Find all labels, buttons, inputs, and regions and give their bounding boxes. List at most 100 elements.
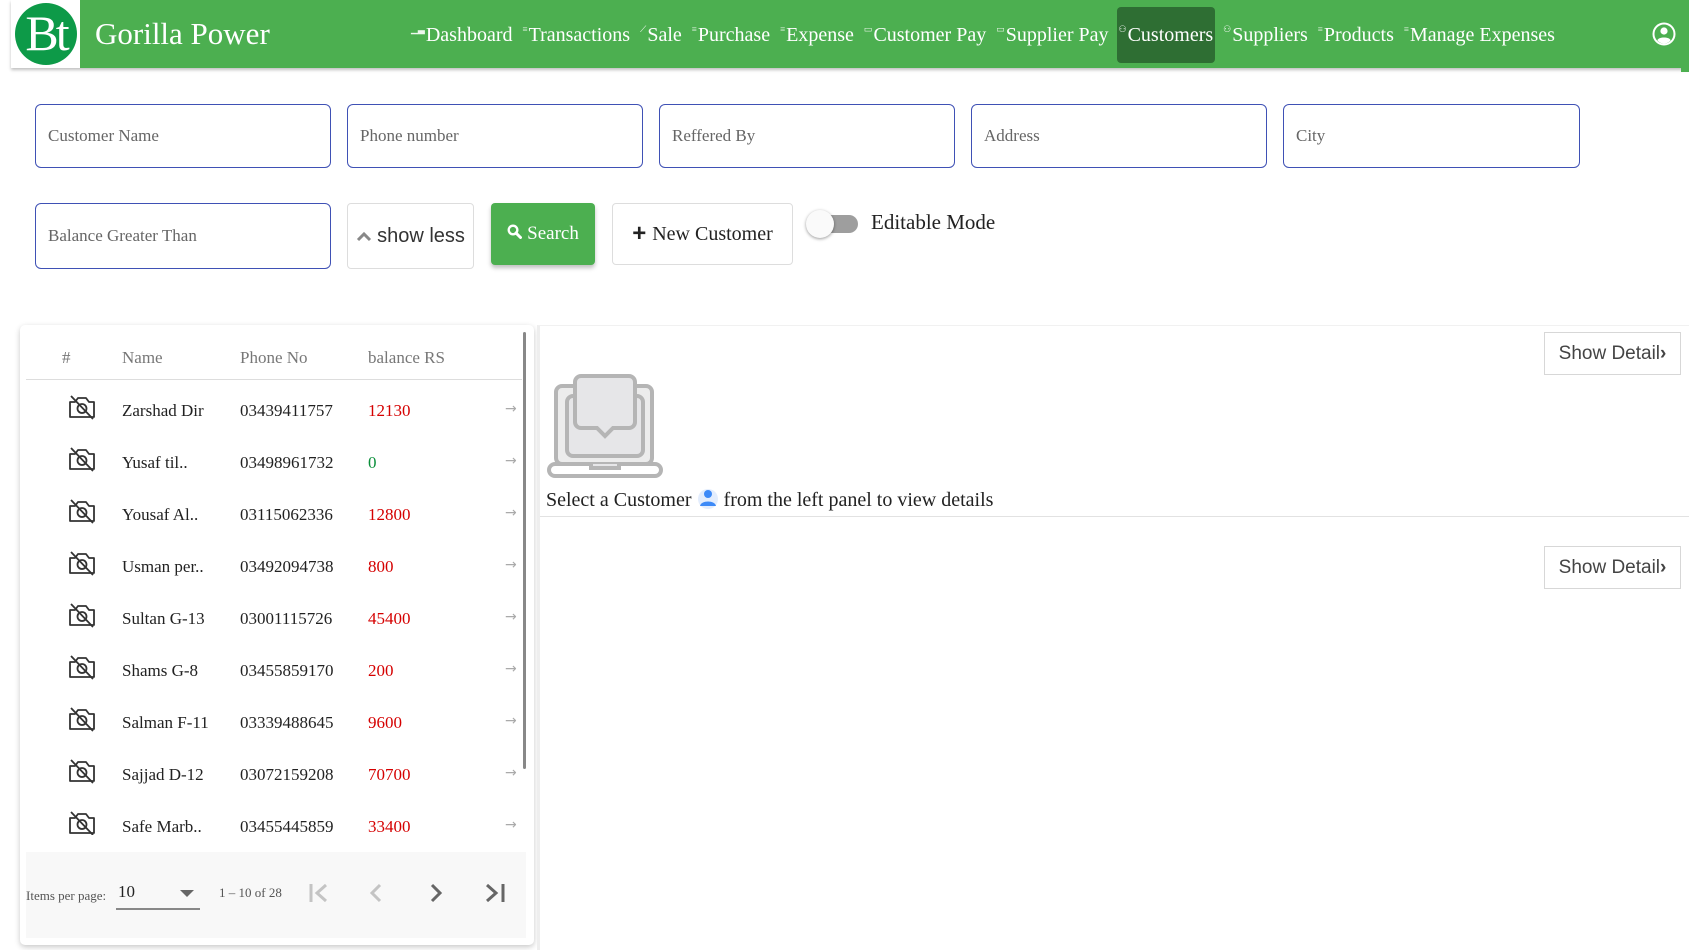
customer-row[interactable]: Usman per.. 03492094738 800 → [26, 544, 522, 596]
wallet-icon: ▭ [996, 23, 1005, 34]
new-customer-button[interactable]: + New Customer [612, 203, 793, 265]
customer-name: Safe Marb.. [122, 817, 202, 835]
arrow-right-icon[interactable]: → [505, 401, 517, 417]
customer-balance: 200 [368, 661, 394, 680]
customer-row[interactable]: Zarshad Dir 03439411757 12130 → [26, 388, 522, 440]
customer-name-field[interactable] [35, 104, 331, 168]
nav-item-label: Products [1323, 23, 1394, 46]
arrow-right-icon[interactable]: → [505, 557, 517, 573]
items-per-page-label: Items per page: [26, 888, 107, 903]
nav-item-label: Dashboard [425, 23, 513, 46]
customer-name: Shams G-8 [122, 661, 199, 680]
show-less-label: show less [377, 224, 465, 247]
column-header-phone[interactable]: Phone No [240, 348, 308, 368]
paginator: Items per page: 10 1 – 10 of 28 [26, 852, 526, 938]
customer-row[interactable]: Yousaf Al.. 03115062336 12800 → [26, 492, 522, 544]
nav-item-products[interactable]: ≡ Products [1316, 7, 1396, 63]
customer-row[interactable]: Sultan G-13 03001115726 45400 → [26, 596, 522, 648]
customer-row[interactable]: Salman F-11 03339488645 9600 → [26, 700, 522, 752]
plus-icon: + [632, 220, 647, 247]
customer-row[interactable]: Sajjad D-12 03072159208 70700 → [26, 752, 522, 804]
balance-greater-than-input[interactable] [36, 204, 330, 268]
customer-balance: 70700 [368, 765, 411, 784]
nav-item-label: Expense [786, 23, 854, 46]
search-label: Search [527, 223, 579, 244]
people-icon: ⚇ [1118, 23, 1127, 34]
nav-item-supplier-pay[interactable]: ▭ Supplier Pay [994, 7, 1110, 63]
customer-phone: 03455445859 [240, 817, 334, 835]
account-circle-icon[interactable] [1652, 22, 1676, 46]
main-nav: ▁▃ Dashboard ≡ Transactions ⟋ Sale ≡ Purchase ≡ E… [409, 7, 1563, 63]
list-icon: ≡ [691, 24, 697, 34]
nav-item-suppliers[interactable]: ⚇ Suppliers [1221, 7, 1310, 63]
first-page-button[interactable] [302, 876, 336, 910]
items-per-page-select[interactable]: 10 [116, 880, 200, 910]
editable-mode-toggle[interactable] [806, 210, 860, 238]
nav-item-manage-expenses[interactable]: ≡ Manage Expenses [1402, 7, 1557, 63]
customer-name: Usman per.. [122, 557, 204, 576]
nav-item-expense[interactable]: ≡ Expense [778, 7, 856, 63]
wallet-icon: ▭ [863, 23, 873, 34]
list-icon: ≡ [780, 24, 786, 34]
city-field[interactable] [1283, 104, 1580, 168]
search-icon [507, 223, 523, 245]
arrow-right-icon[interactable]: → [505, 817, 517, 833]
search-button[interactable]: Search [491, 203, 595, 265]
no-photo-icon [67, 498, 97, 524]
balance-greater-than-field[interactable] [35, 203, 331, 269]
nav-item-label: Suppliers [1232, 23, 1308, 46]
nav-item-customers[interactable]: ⚇ Customers [1116, 7, 1216, 63]
customer-balance: 9600 [368, 713, 402, 732]
no-photo-icon [67, 810, 97, 835]
arrow-right-icon[interactable]: → [505, 661, 517, 677]
chevron-right-icon: › [1660, 342, 1667, 364]
empty-state-text-start: Select a Customer [546, 489, 692, 511]
nav-item-customer-pay[interactable]: ▭ Customer Pay [862, 7, 988, 63]
nav-item-label: Transactions [528, 23, 631, 46]
phone-number-field[interactable] [347, 104, 643, 168]
customer-phone: 03498961732 [240, 453, 334, 472]
show-less-button[interactable]: show less [347, 203, 474, 269]
arrow-right-icon[interactable]: → [505, 713, 517, 729]
new-customer-label: New Customer [652, 222, 773, 245]
customer-name: Sultan G-13 [122, 609, 205, 628]
nav-item-dashboard[interactable]: ▁▃ Dashboard [409, 7, 514, 63]
customer-phone: 03001115726 [240, 609, 333, 628]
customer-name: Yusaf til.. [122, 453, 188, 472]
referred-by-input[interactable] [660, 105, 954, 167]
brand-name[interactable]: Gorilla Power [95, 16, 270, 52]
column-header-name[interactable]: Name [122, 348, 163, 368]
customer-row[interactable]: Safe Marb.. 03455445859 33400 → [26, 804, 522, 835]
city-input[interactable] [1284, 105, 1579, 167]
chevron-left-icon [369, 883, 382, 903]
chevron-right-icon [430, 883, 443, 903]
arrow-right-icon[interactable]: → [505, 505, 517, 521]
previous-page-button[interactable] [360, 876, 394, 910]
nav-item-transactions[interactable]: ≡ Transactions [520, 7, 632, 63]
logo-mark: Bt [15, 3, 77, 65]
show-detail-button[interactable]: Show Detail › [1544, 332, 1681, 375]
customer-name-input[interactable] [36, 105, 330, 167]
column-header-balance[interactable]: balance RS [368, 348, 445, 368]
referred-by-field[interactable] [659, 104, 955, 168]
person-icon [697, 488, 718, 510]
address-input[interactable] [972, 105, 1266, 167]
phone-number-input[interactable] [348, 105, 642, 167]
next-page-button[interactable] [419, 876, 453, 910]
arrow-right-icon[interactable]: → [505, 453, 517, 469]
show-detail-button-secondary[interactable]: Show Detail › [1544, 546, 1681, 589]
address-field[interactable] [971, 104, 1267, 168]
no-photo-icon [67, 394, 97, 420]
arrow-right-icon[interactable]: → [505, 609, 517, 625]
customer-balance: 12130 [368, 401, 411, 420]
nav-item-sale[interactable]: ⟋ Sale [638, 7, 684, 63]
toggle-thumb [806, 210, 834, 238]
customer-row[interactable]: Yusaf til.. 03498961732 0 → [26, 440, 522, 492]
editable-mode-label: Editable Mode [871, 210, 996, 234]
arrow-right-icon[interactable]: → [505, 765, 517, 781]
logo[interactable]: Bt [11, 0, 80, 68]
list-scrollbar[interactable] [523, 332, 526, 769]
nav-item-purchase[interactable]: ≡ Purchase [690, 7, 772, 63]
last-page-button[interactable] [478, 876, 512, 910]
customer-row[interactable]: Shams G-8 03455859170 200 → [26, 648, 522, 700]
